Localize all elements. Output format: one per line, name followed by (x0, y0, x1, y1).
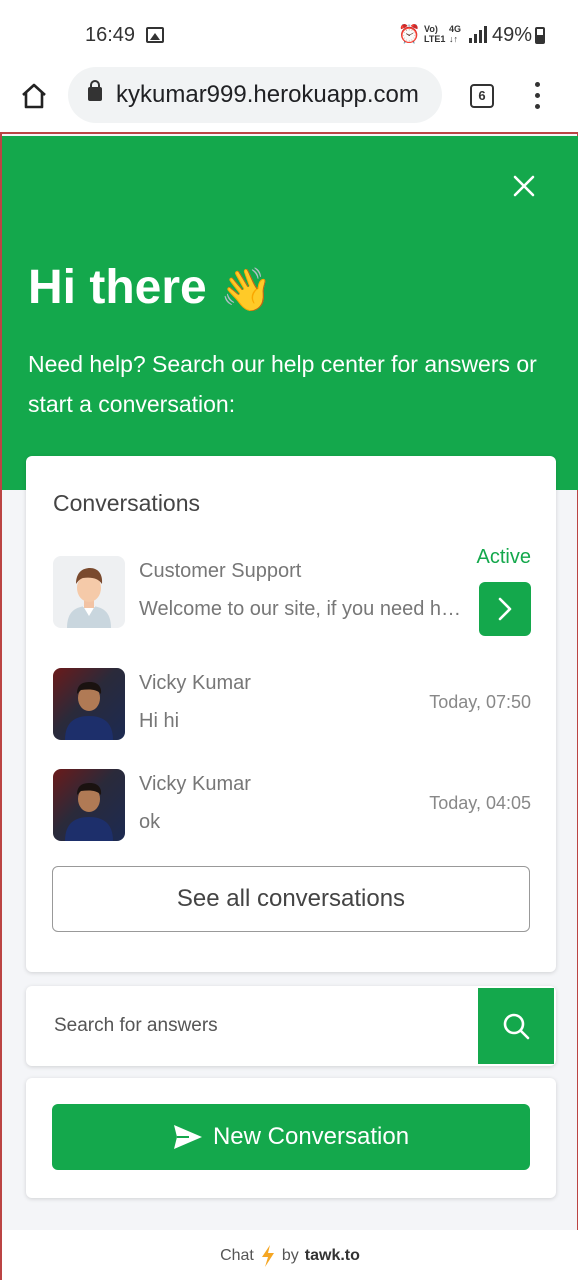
search-card (26, 986, 556, 1066)
lightning-icon (261, 1245, 274, 1267)
wave-icon: 👋 (220, 265, 273, 313)
user-avatar (53, 668, 125, 740)
more-menu-icon[interactable] (530, 82, 546, 110)
new-conversation-card: New Conversation (26, 1078, 556, 1198)
signal-icon (469, 26, 487, 43)
conversations-card: Conversations Customer Support Welcome t… (26, 456, 556, 972)
user-photo-icon (65, 682, 113, 740)
open-conversation-button[interactable] (479, 582, 531, 636)
conversation-time: Today, 04:05 (429, 793, 531, 813)
conversation-message: Welcome to our site, if you need help si… (139, 598, 469, 620)
conversation-name: Vicky Kumar (139, 672, 251, 694)
conversation-time: Today, 07:50 (429, 692, 531, 712)
new-conversation-button[interactable]: New Conversation (52, 1104, 530, 1170)
status-time: 16:49 (85, 24, 136, 46)
see-all-conversations-button[interactable]: See all conversations (52, 866, 530, 932)
url-text: kykumar999.herokuapp.com (116, 81, 419, 108)
conversation-item[interactable]: Vicky Kumar ok Today, 04:05 (53, 769, 531, 845)
volte-bottom: LTE1 (424, 34, 446, 44)
support-avatar (53, 556, 125, 628)
search-icon (503, 1013, 530, 1040)
conversation-item[interactable]: Customer Support Welcome to our site, if… (53, 546, 531, 636)
send-icon (173, 1125, 202, 1149)
hero-header: Hi there 👋 Need help? Search our help ce… (2, 136, 578, 490)
network-type-indicator: 4G ↓↑ (449, 24, 461, 44)
user-avatar (53, 769, 125, 841)
conversation-item[interactable]: Vicky Kumar Hi hi Today, 07:50 (53, 668, 531, 744)
search-button[interactable] (478, 988, 554, 1064)
widget-footer: Chat by tawk.to (2, 1230, 578, 1280)
person-icon (67, 568, 111, 628)
hero-subtitle: Need help? Search our help center for an… (28, 351, 537, 417)
address-bar[interactable]: kykumar999.herokuapp.com (68, 67, 442, 123)
tawkto-link[interactable]: tawk.to (305, 1247, 360, 1265)
conversation-message: Hi hi (139, 710, 180, 732)
conversation-name: Vicky Kumar (139, 773, 251, 795)
chat-widget: Hi there 👋 Need help? Search our help ce… (0, 132, 578, 1280)
browser-toolbar: kykumar999.herokuapp.com 6 (0, 60, 578, 132)
home-icon[interactable] (20, 82, 48, 110)
alarm-icon: ⏰ (398, 24, 421, 44)
conversations-heading: Conversations (53, 490, 201, 516)
search-input[interactable] (26, 986, 476, 1066)
close-icon[interactable] (510, 172, 538, 200)
conversation-message: ok (139, 811, 161, 833)
volte-top: Vo) (424, 24, 438, 34)
battery-icon (535, 27, 545, 44)
chevron-right-icon (498, 597, 512, 621)
hero-title-text: Hi there (28, 261, 207, 314)
gallery-icon (146, 27, 164, 43)
new-conversation-label: New Conversation (212, 1123, 410, 1150)
network-type: 4G (449, 24, 462, 34)
user-photo-icon (65, 783, 113, 841)
tab-switcher-button[interactable]: 6 (470, 84, 494, 108)
conversation-name: Customer Support (139, 560, 302, 582)
lock-icon (88, 80, 102, 101)
data-arrows: ↓↑ (449, 34, 458, 44)
status-badge: Active (476, 546, 531, 568)
volte-indicator: Vo) LTE1 (424, 24, 445, 44)
footer-by-text: by (281, 1247, 299, 1264)
hero-title: Hi there 👋 (28, 260, 272, 315)
footer-chat-text: Chat (220, 1247, 254, 1264)
battery-level: 49% (492, 24, 533, 46)
status-bar: 16:49 ⏰ Vo) LTE1 4G ↓↑ 49% (0, 0, 578, 60)
